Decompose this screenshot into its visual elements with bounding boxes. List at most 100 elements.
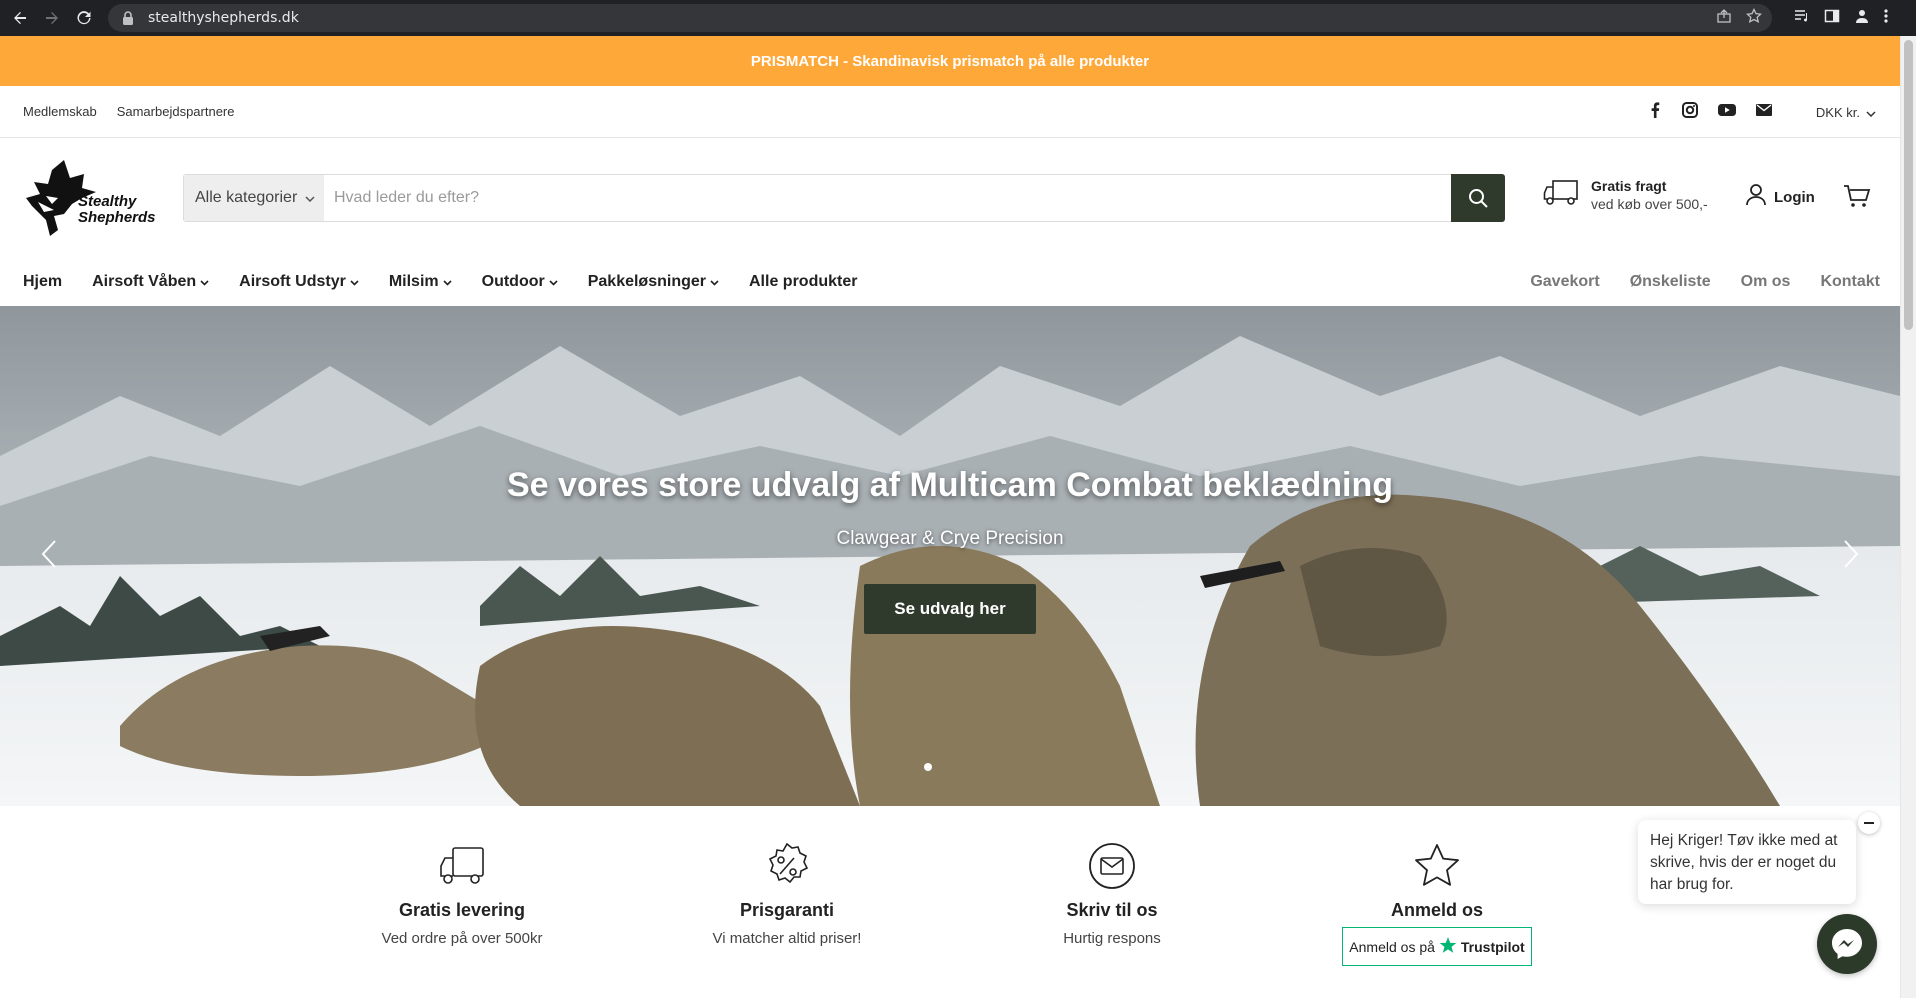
announcement-text: PRISMATCH - Skandinavisk prismatch på al… — [750, 52, 1150, 70]
link-partners[interactable]: Samarbejdspartnere — [117, 104, 235, 119]
feature-title: Gratis levering — [398, 900, 526, 920]
feature-title: Anmeld os — [1390, 900, 1483, 920]
feature-text: Vi matcher altid priser! — [712, 930, 862, 947]
feature-price-guarantee: Prisgaranti Vi matcher altid priser! — [637, 840, 937, 947]
nav-item-label: Alle produkter — [749, 273, 858, 290]
currency-label: DKK kr. — [1815, 104, 1860, 120]
browser-toolbar: stealthyshepherds.dk — [0, 0, 1916, 36]
search-icon — [1469, 189, 1488, 208]
link-membership[interactable]: Medlemskab — [23, 104, 97, 119]
percent-badge-icon — [637, 840, 937, 892]
search-input[interactable] — [324, 175, 1451, 221]
slide-prev-arrow-icon[interactable] — [34, 534, 64, 574]
menu-dots-icon[interactable] — [1884, 8, 1888, 29]
hero-slideshow: Se vores store udvalg af Multicam Combat… — [0, 306, 1900, 806]
truck-icon — [312, 840, 612, 892]
nav-item-label: Airsoft Våben — [92, 273, 197, 290]
feature-title: Prisgaranti — [739, 900, 835, 920]
nav-item-alle-produkter[interactable]: Alle produkter — [749, 273, 857, 291]
feature-free-delivery: Gratis levering Ved ordre på over 500kr — [312, 840, 612, 947]
chat-close-button[interactable] — [1858, 812, 1880, 834]
search-button[interactable] — [1451, 174, 1505, 222]
nav-contact[interactable]: Kontakt — [1820, 273, 1880, 291]
trustpilot-button[interactable]: Anmeld os på Trustpilot — [1342, 927, 1532, 966]
slide-dot[interactable] — [924, 763, 932, 771]
facebook-icon[interactable] — [1648, 101, 1662, 123]
messenger-chat-button[interactable] — [1817, 914, 1877, 974]
search-form: Alle kategorier — [183, 174, 1505, 222]
profile-icon[interactable] — [1854, 8, 1870, 29]
category-select-label: Alle kategorier — [195, 189, 298, 206]
features-row: Gratis levering Ved ordre på over 500kr … — [0, 806, 1900, 998]
hero-cta-button[interactable]: Se udvalg her — [864, 584, 1036, 634]
chat-greeting[interactable]: Hej Kriger! Tøv ikke med at skrive, hvis… — [1638, 820, 1856, 904]
trustpilot-star-icon — [1439, 936, 1457, 957]
nav-item-airsoft-udstyr[interactable]: Airsoft Udstyr — [239, 273, 359, 291]
nav-wishlist[interactable]: Ønskeliste — [1630, 273, 1711, 291]
hero-subtitle: Clawgear & Crye Precision — [836, 528, 1064, 549]
category-select[interactable]: Alle kategorier — [184, 175, 324, 221]
forward-icon[interactable] — [36, 0, 68, 36]
chevron-down-icon — [549, 273, 558, 291]
site-logo[interactable]: Stealthy Shepherds — [24, 158, 160, 240]
login-label: Login — [1774, 188, 1815, 206]
side-panel-icon[interactable] — [1824, 8, 1840, 29]
chevron-down-icon — [710, 273, 719, 291]
nav-item-label: Milsim — [388, 273, 439, 290]
hero-image — [0, 306, 1900, 806]
slide-dots — [924, 763, 932, 771]
url-text: stealthyshepherds.dk — [148, 10, 299, 26]
nav-item-hjem[interactable]: Hjem — [23, 273, 62, 291]
page-scrollbar[interactable] — [1900, 36, 1916, 998]
nav-item-outdoor[interactable]: Outdoor — [482, 273, 558, 291]
youtube-icon[interactable] — [1718, 103, 1736, 122]
feature-text: Ved ordre på over 500kr — [381, 930, 543, 947]
instagram-icon[interactable] — [1682, 101, 1698, 123]
feature-text: Hurtig respons — [1063, 930, 1161, 947]
envelope-icon — [962, 840, 1262, 892]
mail-icon[interactable] — [1756, 103, 1772, 121]
minus-icon — [1864, 822, 1874, 824]
site-header: Stealthy Shepherds Alle kategorier Grati… — [0, 138, 1900, 258]
media-icon[interactable] — [1794, 8, 1810, 29]
nav-item-label: Pakkeløsninger — [587, 273, 706, 290]
chevron-down-icon — [305, 189, 315, 207]
nav-item-airsoft-våben[interactable]: Airsoft Våben — [92, 273, 209, 291]
trustpilot-prefix: Anmeld os på — [1349, 938, 1435, 955]
announcement-bar[interactable]: PRISMATCH - Skandinavisk prismatch på al… — [0, 36, 1900, 86]
free-shipping-title: Gratis fragt — [1591, 178, 1667, 194]
nav-about[interactable]: Om os — [1741, 273, 1791, 291]
chevron-down-icon — [1866, 105, 1876, 120]
feature-title: Skriv til os — [1066, 900, 1158, 920]
nav-item-label: Hjem — [23, 273, 63, 290]
nav-item-pakkeløsninger[interactable]: Pakkeløsninger — [588, 273, 719, 291]
hero-title: Se vores store udvalg af Multicam Combat… — [506, 466, 1394, 504]
cart-icon — [1844, 185, 1871, 207]
utility-bar: Medlemskab Samarbejdspartnere DKK kr. — [0, 86, 1900, 138]
logo-text-line2: Shepherds — [78, 209, 156, 226]
lock-icon — [122, 10, 138, 26]
share-icon[interactable] — [1716, 8, 1732, 29]
nav-item-milsim[interactable]: Milsim — [389, 273, 452, 291]
logo-text-line1: Stealthy — [78, 193, 137, 210]
scrollbar-thumb[interactable] — [1904, 40, 1913, 330]
star-icon — [1287, 840, 1587, 892]
chat-message: Hej Kriger! Tøv ikke med at skrive, hvis… — [1650, 832, 1838, 893]
main-navigation: Hjem Airsoft Våben Airsoft Udstyr Milsim Out… — [0, 258, 1900, 306]
nav-item-label: Airsoft Udstyr — [239, 273, 346, 290]
nav-gift-card[interactable]: Gavekort — [1530, 273, 1599, 291]
back-icon[interactable] — [4, 0, 36, 36]
chevron-down-icon — [200, 273, 209, 291]
delivery-truck-icon — [1543, 179, 1579, 212]
reload-icon[interactable] — [68, 0, 100, 36]
trustpilot-brand: Trustpilot — [1460, 938, 1525, 955]
cart-button[interactable] — [1843, 184, 1871, 213]
address-bar[interactable]: stealthyshepherds.dk — [108, 4, 1772, 32]
slide-next-arrow-icon[interactable] — [1836, 534, 1866, 574]
nav-item-label: Outdoor — [481, 273, 545, 290]
currency-selector[interactable]: DKK kr. — [1816, 86, 1876, 138]
bookmark-star-icon[interactable] — [1745, 7, 1763, 29]
login-link[interactable]: Login — [1746, 184, 1815, 210]
feature-write-us: Skriv til os Hurtig respons — [962, 840, 1262, 947]
free-shipping-info: Gratis fragt ved køb over 500,- — [1543, 178, 1708, 212]
